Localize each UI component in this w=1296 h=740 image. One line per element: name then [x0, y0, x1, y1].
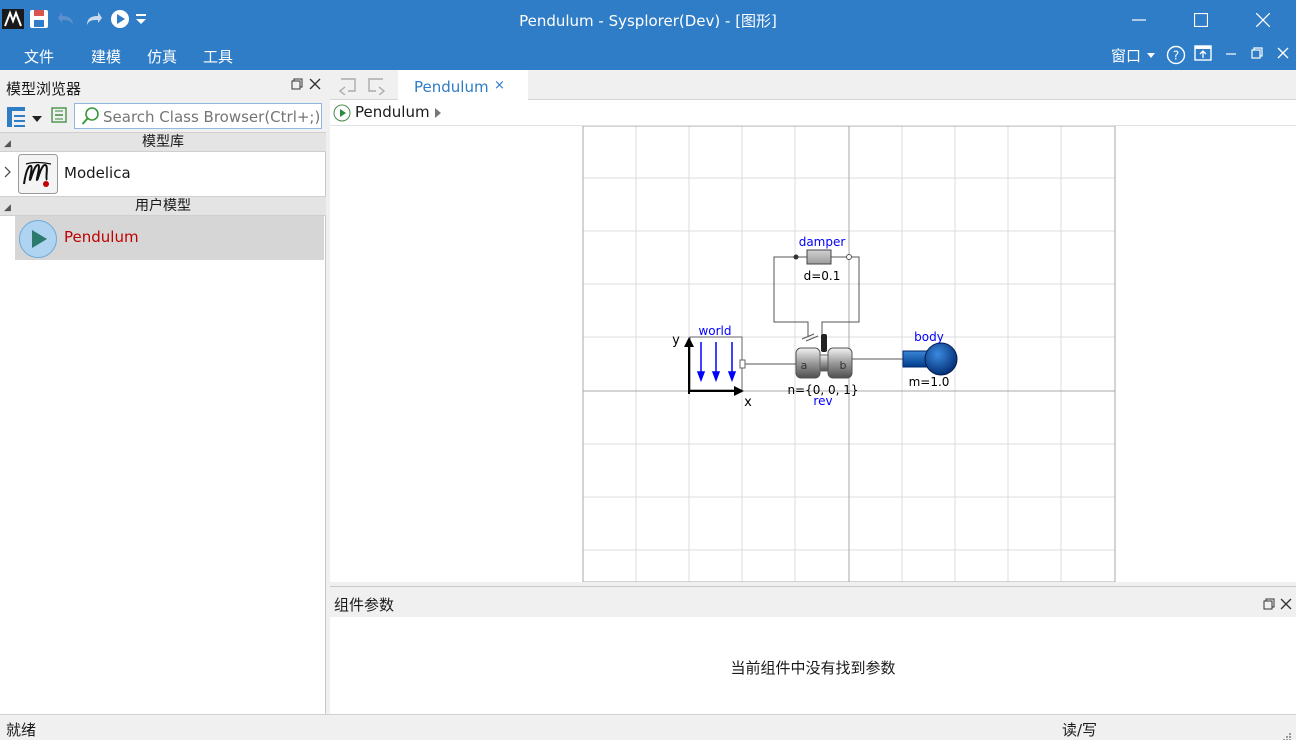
breadcrumb-item[interactable]: Pendulum	[355, 103, 430, 121]
parameters-header: 组件参数	[330, 587, 1296, 617]
damper-param: d=0.1	[804, 269, 841, 283]
close-panel-icon[interactable]	[309, 78, 321, 94]
breadcrumb: Pendulum	[330, 100, 1296, 126]
tab-strip: Pendulum ×	[330, 70, 1296, 100]
view-mode-dropdown-icon[interactable]	[32, 111, 42, 127]
body-component[interactable]	[902, 342, 958, 376]
library-section-header[interactable]: ◢ 模型库	[0, 132, 326, 152]
help-icon[interactable]: ?	[1166, 45, 1186, 65]
damper-name: damper	[799, 235, 846, 249]
model-browser-toolbar	[0, 102, 326, 132]
view-mode-icon[interactable]	[6, 106, 28, 132]
dock-icon[interactable]	[1194, 45, 1212, 61]
mdi-minimize-icon[interactable]	[1225, 45, 1237, 61]
status-bar: 就绪 读/写	[0, 714, 1296, 740]
diagram-editor: Pendulum × Pendulum world y x damper d=0…	[330, 70, 1296, 583]
tree-item-label: Pendulum	[64, 228, 139, 246]
tree-item-pendulum[interactable]: Pendulum	[15, 216, 324, 260]
user-section-label: 用户模型	[135, 198, 191, 214]
tab-pendulum[interactable]: Pendulum ×	[398, 70, 528, 100]
collapse-triangle-icon: ◢	[4, 203, 11, 213]
diagram-svg: world y x damper d=0.1 a b n={0, 0, 1} r…	[582, 125, 1116, 583]
model-browser-panel: 模型浏览器 Search Class Browser(Ctrl+;) ◢ 模型库…	[0, 70, 326, 714]
world-y-label: y	[672, 333, 680, 348]
navigate-back-icon[interactable]	[336, 75, 358, 99]
world-x-label: x	[744, 395, 752, 410]
window-menu-label: 窗口	[1111, 47, 1142, 65]
svg-text:?: ?	[1173, 49, 1179, 63]
rev-port-b: b	[840, 359, 847, 372]
window-menu[interactable]: 窗口	[1111, 45, 1156, 66]
damper-component[interactable]	[793, 249, 852, 265]
app-window: Pendulum - Sysplorer(Dev) - [图形] 文件 建模 仿…	[0, 0, 1296, 740]
search-input[interactable]	[103, 107, 319, 127]
class-browser-search[interactable]	[74, 103, 322, 129]
search-icon	[81, 106, 101, 130]
menu-modeling[interactable]: 建模	[91, 46, 121, 67]
collapse-all-icon[interactable]	[51, 107, 67, 127]
diagram-canvas[interactable]: world y x damper d=0.1 a b n={0, 0, 1} r…	[330, 125, 1296, 583]
tab-label: Pendulum	[414, 78, 489, 96]
title-bar: Pendulum - Sysplorer(Dev) - [图形]	[0, 0, 1296, 40]
model-browser-title: 模型浏览器	[6, 80, 82, 98]
world-component[interactable]	[684, 336, 746, 396]
resize-grip-icon[interactable]	[1282, 728, 1292, 740]
empty-parameters-message: 当前组件中没有找到参数	[730, 659, 896, 677]
navigate-forward-icon[interactable]	[366, 75, 388, 99]
model-run-icon[interactable]	[333, 104, 351, 126]
world-name: world	[698, 324, 731, 338]
collapse-triangle-icon: ◢	[4, 139, 11, 149]
parameters-title: 组件参数	[334, 596, 395, 614]
menu-file[interactable]: 文件	[24, 46, 54, 67]
tab-close-icon[interactable]: ×	[494, 78, 505, 93]
mdi-close-icon[interactable]	[1277, 45, 1289, 61]
maximize-icon[interactable]	[1170, 0, 1232, 40]
body-param: m=1.0	[909, 375, 950, 389]
close-icon[interactable]	[1232, 0, 1294, 40]
body-name: body	[914, 330, 944, 344]
user-section-header[interactable]: ◢ 用户模型	[0, 196, 326, 216]
chevron-down-icon	[1147, 52, 1156, 58]
access-mode: 读/写	[1062, 721, 1098, 739]
breadcrumb-chevron-icon[interactable]	[434, 107, 442, 123]
float-panel-icon[interactable]	[291, 78, 303, 94]
modelica-library-icon	[18, 154, 58, 198]
model-icon	[18, 219, 58, 263]
mdi-restore-icon[interactable]	[1251, 45, 1263, 61]
float-panel-icon[interactable]	[1263, 596, 1275, 614]
rev-name: rev	[813, 394, 832, 408]
minimize-icon[interactable]	[1108, 0, 1170, 40]
library-section-label: 模型库	[142, 134, 184, 150]
status-text: 就绪	[6, 721, 37, 739]
tree-item-label: Modelica	[64, 164, 131, 182]
tree-item-modelica[interactable]: Modelica	[0, 152, 326, 196]
expand-chevron-icon[interactable]	[4, 166, 12, 182]
menu-tools[interactable]: 工具	[203, 46, 233, 67]
rev-port-a: a	[801, 359, 808, 372]
close-panel-icon[interactable]	[1280, 596, 1292, 614]
window-title: Pendulum - Sysplorer(Dev) - [图形]	[519, 12, 777, 30]
model-browser-header: 模型浏览器	[0, 70, 326, 102]
menu-bar: 文件 建模 仿真 工具 窗口 ?	[0, 40, 1296, 70]
menu-simulation[interactable]: 仿真	[147, 46, 177, 67]
component-parameters-panel: 组件参数 当前组件中没有找到参数	[330, 586, 1296, 714]
